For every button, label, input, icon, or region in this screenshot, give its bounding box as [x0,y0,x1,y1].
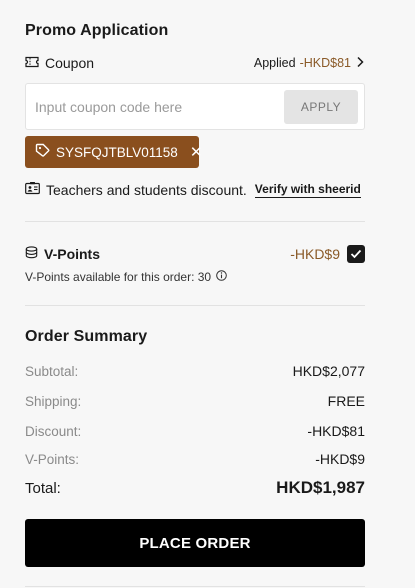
vpoints-label-group: V-Points [25,246,100,262]
summary-row-total: Total: HKD$1,987 [25,478,365,498]
vpoints-available-info: V-Points available for this order: 30 [25,270,227,284]
shipping-label: Shipping: [25,393,82,409]
divider [25,586,365,587]
discount-label: Discount: [25,423,82,439]
coupon-code: SYSFQJTBLV01158 [56,144,178,160]
divider [25,305,365,306]
coupon-applied-summary[interactable]: Applied -HKD$81 [254,56,365,71]
applied-amount: -HKD$81 [299,56,351,70]
coupon-row[interactable]: Coupon Applied -HKD$81 [25,54,365,72]
discount-value: -HKD$81 [307,423,365,439]
info-icon[interactable] [216,270,227,284]
subtotal-value: HKD$2,077 [292,363,365,379]
close-icon[interactable]: ✕ [190,143,203,161]
summary-row-discount: Discount: -HKD$81 [25,423,365,439]
coupon-input-box: APPLY [25,83,365,130]
vpoints-summary-value: -HKD$9 [315,451,365,467]
education-discount-text: Teachers and students discount. [46,182,247,198]
vpoints-available-text: V-Points available for this order: 30 [25,270,212,284]
vpoints-toggle-group: -HKD$9 [290,245,365,263]
vpoints-checkbox[interactable] [347,245,365,263]
vpoints-amount: -HKD$9 [290,246,340,262]
coupon-label: Coupon [45,55,95,71]
checkmark-icon [350,249,362,259]
vpoints-summary-label: V-Points: [25,451,80,467]
applied-coupon-tag: SYSFQJTBLV01158 ✕ [25,136,202,168]
subtotal-label: Subtotal: [25,363,79,379]
chevron-right-icon[interactable] [355,56,365,71]
place-order-button[interactable]: PLACE ORDER [25,519,365,567]
divider [25,221,365,222]
shipping-value: FREE [327,393,365,409]
total-value: HKD$1,987 [276,478,365,497]
applied-label: Applied [253,56,296,70]
id-card-icon [25,182,40,198]
coupon-code-input[interactable] [35,96,275,118]
verify-sheerid-link[interactable]: Verify with sheerid [254,182,361,198]
vpoints-label: V-Points [44,246,101,262]
apply-button[interactable]: APPLY [284,90,358,124]
summary-row-vpoints: V-Points: -HKD$9 [25,451,365,467]
coins-icon [25,246,38,262]
promo-title: Promo Application [25,22,169,39]
tag-icon [35,143,50,161]
ticket-icon [25,55,39,71]
order-summary-title: Order Summary [25,328,148,345]
total-label: Total: [25,479,61,497]
summary-row-shipping: Shipping: FREE [25,393,365,409]
coupon-label-group: Coupon [25,55,94,71]
promo-order-panel: Promo Application Coupon Applied -HKD$81… [0,0,415,588]
education-discount-row: Teachers and students discount. Verify w… [25,182,361,198]
vpoints-row[interactable]: V-Points -HKD$9 [25,244,365,264]
summary-row-subtotal: Subtotal: HKD$2,077 [25,363,365,379]
